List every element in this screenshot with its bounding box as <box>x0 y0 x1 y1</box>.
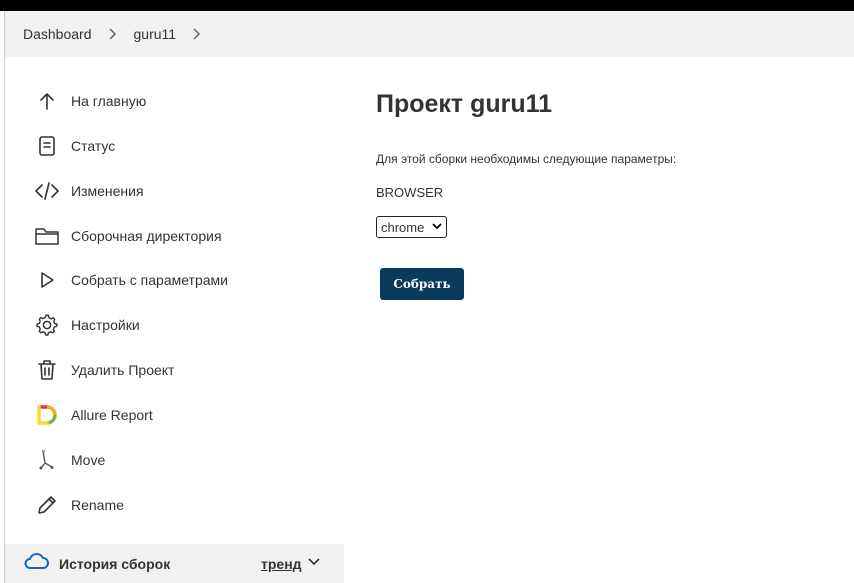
sidebar-item-label: Удалить Проект <box>71 362 175 378</box>
breadcrumb-project[interactable]: guru11 <box>134 26 177 42</box>
breadcrumb: Dashboard guru11 <box>5 11 854 57</box>
move-icon <box>35 448 59 472</box>
sidebar-item-label: Статус <box>71 138 116 154</box>
cloud-icon <box>23 552 49 575</box>
sidebar-item-label: Настройки <box>71 317 140 333</box>
sidebar-item-label: Allure Report <box>71 407 153 423</box>
sidebar-item-label: Собрать с параметрами <box>71 272 228 288</box>
sidebar-item-allure[interactable]: Allure Report <box>5 395 344 435</box>
sidebar-item-changes[interactable]: Изменения <box>5 171 344 211</box>
sidebar-item-settings[interactable]: Настройки <box>5 305 344 345</box>
sidebar-item-label: Изменения <box>71 183 144 199</box>
allure-logo-icon <box>35 403 59 427</box>
build-history-panel: История сборок тренд <box>5 544 344 583</box>
sidebar-item-label: Rename <box>71 497 124 513</box>
sidebar-item-rename[interactable]: Rename <box>5 485 344 525</box>
sidebar: На главную Статус Изменения Сборочная ди… <box>5 57 344 583</box>
sidebar-item-workspace[interactable]: Сборочная директория <box>5 216 344 256</box>
play-icon <box>35 268 59 292</box>
folder-icon <box>35 224 59 248</box>
chevron-right-icon[interactable] <box>188 25 206 43</box>
arrow-up-icon <box>35 89 59 113</box>
sidebar-item-build-with-params[interactable]: Собрать с параметрами <box>5 260 344 300</box>
gear-icon <box>35 313 59 337</box>
pencil-icon <box>35 493 59 517</box>
parameters-description: Для этой сборки необходимы следующие пар… <box>376 152 677 166</box>
chevron-down-icon <box>431 220 443 235</box>
chevron-right-icon[interactable] <box>104 25 122 43</box>
chevron-down-icon[interactable] <box>307 555 321 574</box>
sidebar-item-home[interactable]: На главную <box>5 81 344 121</box>
page-title: Проект guru11 <box>376 90 553 118</box>
window-top-bar <box>0 0 854 11</box>
sidebar-item-status[interactable]: Статус <box>5 126 344 166</box>
sidebar-item-label: Сборочная директория <box>71 228 222 244</box>
breadcrumb-dashboard[interactable]: Dashboard <box>23 26 92 42</box>
sidebar-item-label: На главную <box>71 93 147 109</box>
trend-link[interactable]: тренд <box>261 556 302 572</box>
sidebar-item-label: Move <box>71 452 106 468</box>
code-icon <box>35 179 59 203</box>
sidebar-item-move[interactable]: Move <box>5 440 344 480</box>
sidebar-item-delete[interactable]: Удалить Проект <box>5 350 344 390</box>
parameter-name: BROWSER <box>376 185 444 200</box>
document-icon <box>35 134 59 158</box>
trash-icon <box>35 358 59 382</box>
browser-select[interactable]: chrome <box>376 216 447 238</box>
build-history-label: История сборок <box>59 555 171 572</box>
browser-select-value: chrome <box>381 219 425 235</box>
build-button[interactable]: Собрать <box>380 268 464 300</box>
